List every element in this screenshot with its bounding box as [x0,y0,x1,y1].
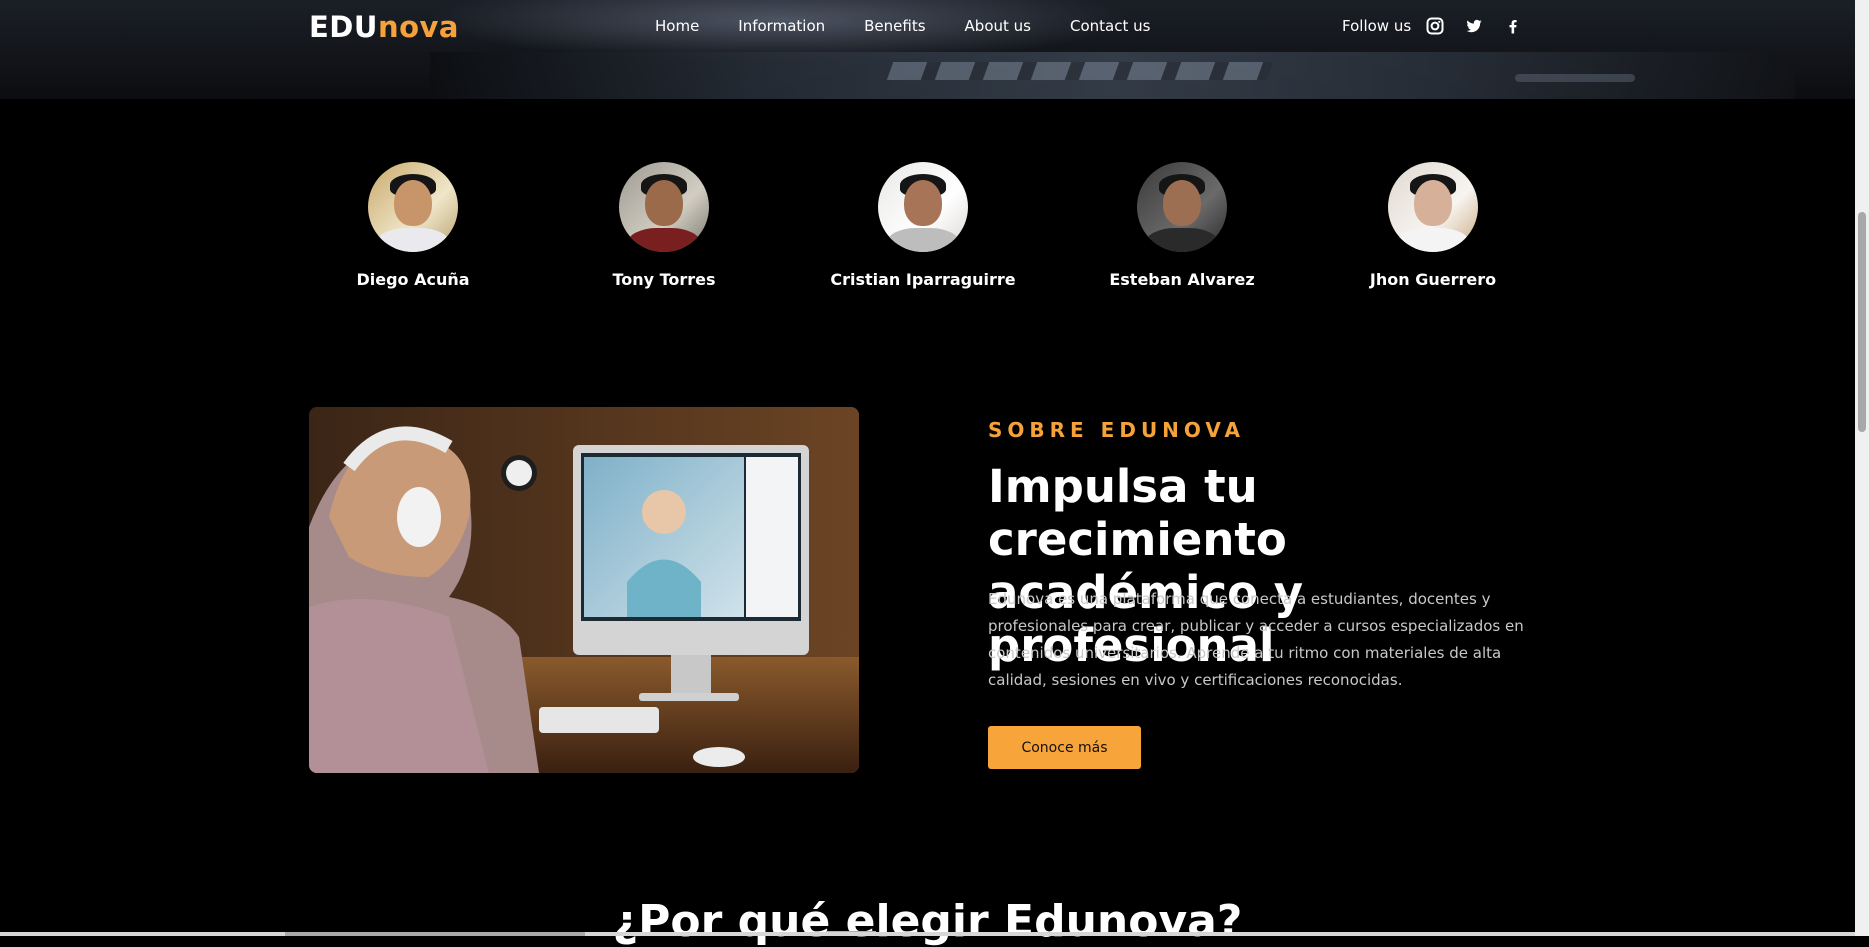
member-name: Tony Torres [612,270,716,289]
instagram-icon[interactable] [1426,17,1444,35]
learn-more-button[interactable]: Conoce más [988,726,1141,769]
nav-home[interactable]: Home [655,17,699,35]
member-name: Diego Acuña [356,270,470,289]
logo-part-nova: nova [377,10,459,44]
why-choose-title: ¿Por qué elegir Edunova? [612,896,1243,947]
team-member: Diego Acuña [313,162,513,289]
site-header [0,0,1855,99]
about-description: Edunova es una plataforma que conecta a … [988,590,1524,689]
nav-information[interactable]: Information [738,17,825,35]
facebook-icon[interactable] [1504,17,1522,35]
horizontal-scrollbar[interactable] [0,932,1855,936]
site-logo[interactable]: EDUnova [309,10,459,44]
main-nav: Home Information Benefits About us Conta… [655,17,1189,35]
avatar [368,162,458,252]
nav-about-us[interactable]: About us [965,17,1031,35]
avatar [619,162,709,252]
vertical-scrollbar[interactable] [1855,0,1869,936]
avatar [878,162,968,252]
member-name: Esteban Alvarez [1109,270,1255,289]
follow-us-label: Follow us [1342,17,1412,35]
member-name: Cristian Iparraguirre [830,270,1016,289]
section-eyebrow: SOBRE EDUNOVA [988,418,1245,442]
nav-benefits[interactable]: Benefits [864,17,925,35]
avatar [1137,162,1227,252]
twitter-icon[interactable] [1465,17,1483,35]
header-background-image [430,52,1795,99]
about-photo [309,407,859,773]
member-name: Jhon Guerrero [1369,270,1497,289]
scrollbar-thumb[interactable] [1858,212,1866,432]
team-member: Jhon Guerrero [1333,162,1533,289]
team-member: Esteban Alvarez [1082,162,1282,289]
avatar [1388,162,1478,252]
team-member: Cristian Iparraguirre [823,162,1023,289]
logo-part-edu: EDU [309,10,378,44]
team-member: Tony Torres [564,162,764,289]
horizontal-scrollbar-thumb[interactable] [285,932,585,936]
nav-contact-us[interactable]: Contact us [1070,17,1150,35]
